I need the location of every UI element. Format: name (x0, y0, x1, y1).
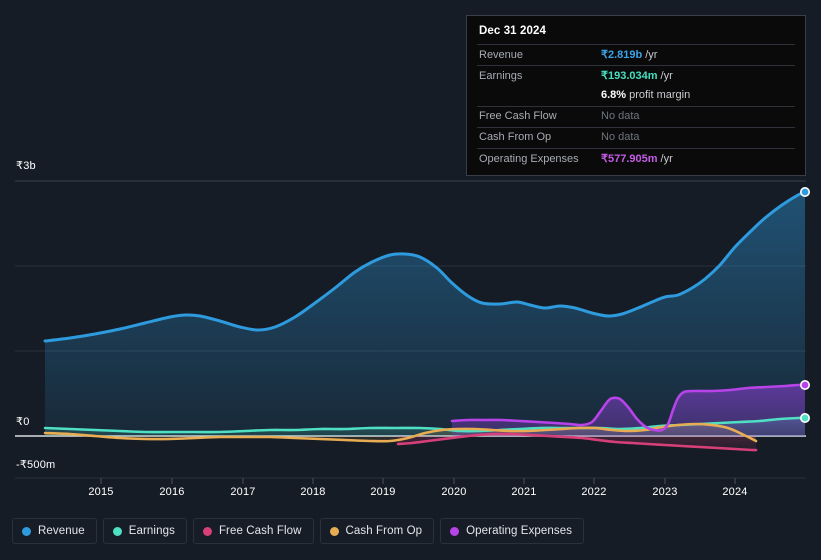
y-axis-label: -₹500m (0, 458, 60, 471)
tooltip-rows: Revenue ₹2.819b/yr Earnings ₹193.034m/yr 6.8… (477, 44, 795, 169)
legend-item-label: Free Cash Flow (218, 525, 302, 537)
legend-item-operating-expenses[interactable]: Operating Expenses (440, 518, 585, 544)
legend-item-label: Earnings (128, 525, 175, 537)
chart-legend: Revenue Earnings Free Cash Flow Cash From O… (12, 518, 585, 544)
tooltip-row-label: Free Cash Flow (479, 110, 557, 122)
tooltip-row: Earnings ₹193.034m/yr (477, 65, 795, 86)
legend-color-dot-icon (329, 526, 339, 536)
tooltip-date: Dec 31 2024 (479, 25, 546, 37)
tooltip-row: 6.8% profit margin (477, 86, 795, 106)
x-axis-label: 2016 (159, 486, 185, 498)
legend-color-dot-icon (450, 526, 460, 536)
x-axis-label: 2017 (230, 486, 256, 498)
legend-color-dot-icon (22, 526, 31, 536)
legend-item-label: Operating Expenses (466, 525, 573, 537)
x-axis-label: 2019 (370, 486, 396, 498)
legend-color-dot-icon (202, 526, 212, 536)
x-axis-label: 2015 (88, 486, 114, 498)
x-axis-label: 2020 (441, 486, 467, 498)
endpoint-operating-expenses (799, 379, 810, 390)
legend-item-revenue[interactable]: Revenue (12, 518, 97, 544)
legend-item-label: Revenue (38, 525, 85, 537)
legend-item-cash-from-op[interactable]: Cash From Op (319, 518, 435, 544)
tooltip-row-unit: /yr (660, 153, 673, 165)
tooltip-row-label: Earnings (479, 70, 523, 82)
tooltip-row-label: Cash From Op (479, 131, 552, 143)
x-axis-label: 2021 (511, 486, 537, 498)
endpoint-revenue (799, 187, 810, 198)
y-axis-label: ₹0 (0, 415, 34, 428)
tooltip-row-value: ₹193.034m (601, 70, 658, 82)
tooltip-row-value: 6.8% (601, 89, 627, 101)
legend-item-earnings[interactable]: Earnings (102, 518, 187, 544)
x-axis-label: 2023 (652, 486, 678, 498)
tooltip-row-label: Operating Expenses (479, 153, 579, 165)
tooltip-row-unit: profit margin (629, 89, 691, 101)
tooltip-row-value: ₹2.819b (601, 49, 643, 61)
tooltip-row: Operating Expenses ₹577.905m/yr (477, 148, 795, 169)
x-axis-ticks (100, 478, 736, 484)
legend-item-label: Cash From Op (345, 525, 423, 537)
tooltip-row-unit: /yr (660, 70, 673, 82)
x-axis-label: 2022 (581, 486, 607, 498)
endpoint-earnings (799, 412, 810, 423)
tooltip-row: Cash From Op No data (477, 127, 795, 148)
tooltip-row: Free Cash Flow No data (477, 106, 795, 127)
tooltip-row-value: ₹577.905m (601, 153, 658, 165)
tooltip-row-label: Revenue (479, 49, 524, 61)
chart-tooltip: Dec 31 2024 Revenue ₹2.819b/yr Earnings ₹19… (466, 15, 806, 176)
tooltip-row: Revenue ₹2.819b/yr (477, 44, 795, 65)
x-axis-label: 2018 (300, 486, 326, 498)
tooltip-row-value: No data (601, 110, 640, 122)
tooltip-row-value: No data (601, 131, 640, 143)
y-axis-label: ₹3b (0, 159, 40, 172)
legend-color-dot-icon (112, 526, 122, 536)
legend-item-free-cash-flow[interactable]: Free Cash Flow (192, 518, 314, 544)
x-axis-label: 2024 (722, 486, 748, 498)
financial-chart-widget: ₹3b ₹0 -₹500m 2015 2016 2017 2018 2019 2020 2021… (0, 0, 821, 560)
tooltip-row-unit: /yr (645, 49, 658, 61)
